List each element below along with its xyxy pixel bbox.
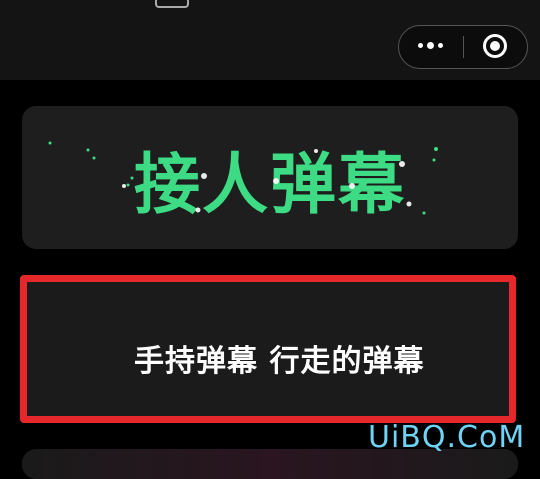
led-banner-title: 接人弹幕	[134, 146, 406, 223]
more-button[interactable]	[399, 26, 463, 67]
selected-danmu-card[interactable]: 手持弹幕 行走的弹幕	[20, 275, 516, 423]
watermark-text: UiBQ.CoM	[368, 420, 526, 455]
led-danmu-card[interactable]: 接人弹幕	[22, 106, 518, 249]
mini-program-nav-bar	[0, 0, 540, 80]
selected-danmu-label: 手持弹幕 行走的弹幕	[134, 344, 425, 379]
more-dots-icon	[418, 42, 444, 49]
capsule-menu	[398, 25, 528, 69]
target-close-icon	[483, 34, 507, 58]
close-button[interactable]	[464, 26, 527, 67]
led-banner-art: 接人弹幕	[48, 141, 438, 223]
status-bar-icon	[155, 0, 189, 8]
